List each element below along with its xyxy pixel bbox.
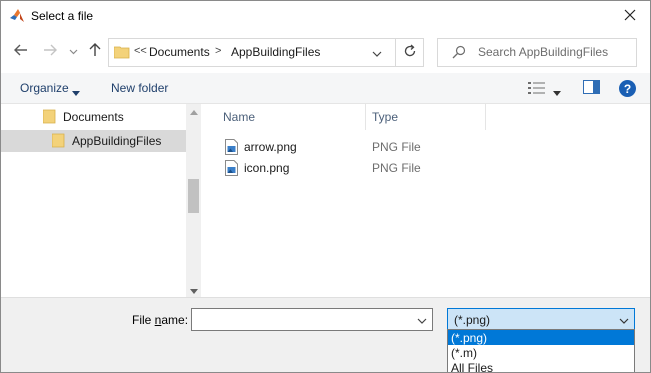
preview-pane-icon[interactable]	[583, 80, 601, 98]
scroll-down-button[interactable]	[186, 283, 201, 297]
tree-item-label: AppBuildingFiles	[72, 134, 162, 148]
chevron-down-icon[interactable]	[553, 85, 561, 99]
chevron-down-icon	[619, 313, 629, 327]
file-row-icon[interactable]: icon.png PNG File	[223, 158, 623, 178]
filename-history-button[interactable]	[414, 309, 430, 330]
breadcrumb-documents[interactable]: Documents	[149, 45, 210, 59]
chevron-down-icon	[372, 46, 382, 60]
caret-down-icon	[189, 283, 198, 297]
tree-item-label: Documents	[63, 110, 124, 124]
column-header-name[interactable]: Name	[223, 104, 363, 130]
column-divider[interactable]	[365, 104, 366, 130]
search-input[interactable]: Search AppBuildingFiles	[437, 38, 637, 67]
filename-label-part: File	[132, 313, 155, 327]
command-bar: Organize New folder ?	[1, 73, 650, 104]
search-icon	[452, 45, 466, 62]
arrow-right-icon	[42, 42, 58, 61]
navigation-pane: Documents AppBuildingFiles	[1, 104, 201, 297]
address-bar[interactable]: << Documents > AppBuildingFiles	[108, 38, 424, 67]
file-type-option[interactable]: (*.png)	[448, 330, 634, 345]
breadcrumb-overflow[interactable]: <<	[134, 45, 147, 57]
breadcrumb-appbuildingfiles[interactable]: AppBuildingFiles	[231, 45, 320, 59]
file-type-option[interactable]: (*.m)	[448, 345, 634, 360]
folder-icon	[113, 45, 130, 62]
file-row-arrow[interactable]: arrow.png PNG File	[223, 137, 623, 157]
file-type-option[interactable]: All Files	[448, 360, 634, 373]
file-type-selected-value: (*.png)	[454, 313, 491, 327]
column-divider[interactable]	[485, 104, 486, 130]
breadcrumb-separator[interactable]: >	[215, 45, 221, 57]
filename-label-part: ame:	[161, 313, 189, 327]
title-bar: Select a file	[1, 1, 650, 31]
refresh-icon	[403, 44, 417, 61]
navpane-scrollbar[interactable]	[186, 104, 201, 297]
tree-item-appbuildingfiles[interactable]: AppBuildingFiles	[1, 130, 186, 152]
chevron-down-icon	[69, 44, 78, 58]
image-file-icon	[225, 160, 238, 179]
chevron-down-icon[interactable]	[72, 85, 80, 99]
folder-icon	[51, 132, 66, 151]
close-button[interactable]	[610, 1, 650, 31]
navigation-bar: << Documents > AppBuildingFiles Search A…	[1, 31, 650, 73]
filename-label: File name:	[132, 313, 188, 327]
file-list: Name Type arrow.png PNG File icon.png PN…	[203, 104, 650, 297]
matlab-logo-icon	[9, 8, 25, 24]
file-type: PNG File	[372, 140, 421, 154]
file-type-dropdown-button[interactable]	[617, 309, 631, 330]
back-button[interactable]	[12, 42, 30, 60]
file-type-options-list: (*.png) (*.m) All Files	[447, 329, 635, 373]
organize-button[interactable]: Organize	[20, 81, 69, 95]
chevron-down-icon	[417, 313, 427, 327]
file-type-option-label: (*.m)	[451, 346, 477, 360]
scroll-up-button[interactable]	[186, 104, 201, 118]
column-header-type[interactable]: Type	[372, 104, 482, 130]
scrollbar-thumb[interactable]	[188, 179, 199, 213]
file-type-select[interactable]: (*.png)	[447, 308, 635, 331]
view-options-icon[interactable]	[528, 81, 546, 98]
file-name: arrow.png	[244, 140, 297, 154]
file-type: PNG File	[372, 161, 421, 175]
close-icon	[624, 9, 636, 24]
filename-input[interactable]	[191, 308, 433, 331]
image-file-icon	[225, 139, 238, 158]
forward-button[interactable]	[41, 42, 59, 60]
column-header-label: Type	[372, 110, 399, 124]
search-placeholder: Search AppBuildingFiles	[478, 45, 609, 59]
arrow-up-icon	[87, 42, 103, 61]
up-button[interactable]	[86, 42, 104, 60]
column-header-label: Name	[223, 110, 256, 124]
window-title: Select a file	[31, 9, 94, 23]
folder-icon	[42, 108, 57, 127]
refresh-button[interactable]	[395, 39, 424, 66]
arrow-left-icon	[13, 42, 29, 61]
file-dialog: Select a file << Documents > AppBuilding…	[0, 0, 651, 373]
tree-item-documents[interactable]: Documents	[1, 106, 186, 128]
address-dropdown-button[interactable]	[365, 39, 389, 66]
recent-locations-button[interactable]	[66, 42, 80, 60]
file-type-option-label: All Files	[451, 361, 494, 373]
new-folder-button[interactable]: New folder	[111, 81, 168, 95]
file-name: icon.png	[244, 161, 290, 175]
file-type-option-label: (*.png)	[451, 331, 488, 345]
help-button[interactable]: ?	[619, 80, 636, 97]
caret-up-icon	[189, 104, 198, 118]
